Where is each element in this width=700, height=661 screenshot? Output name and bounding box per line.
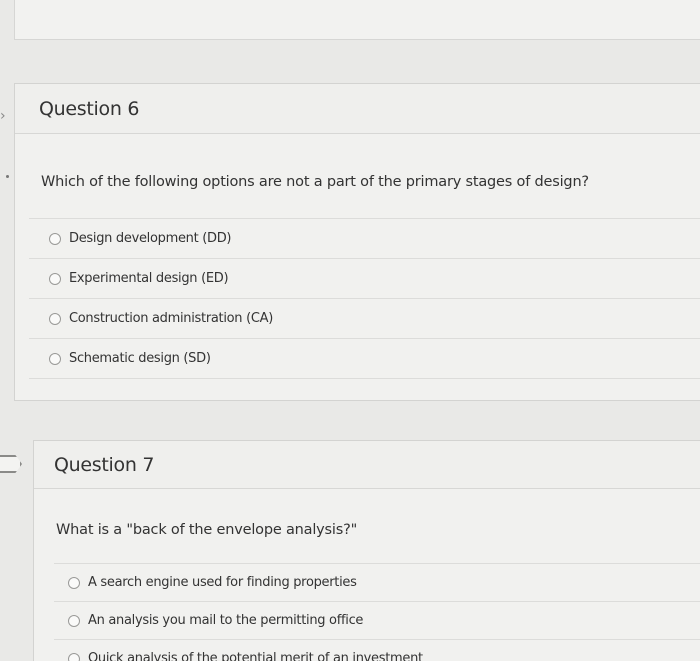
- question-card-7: Question 7 What is a "back of the envelo…: [33, 440, 700, 661]
- answer-label: Design development (DD): [69, 231, 232, 246]
- radio-button[interactable]: [68, 614, 80, 627]
- question-prompt: What is a "back of the envelope analysis…: [56, 522, 358, 538]
- answer-option[interactable]: A search engine used for finding propert…: [54, 564, 700, 602]
- radio-button[interactable]: [68, 576, 80, 589]
- question-prompt: Which of the following options are not a…: [41, 174, 589, 190]
- answer-label: Schematic design (SD): [69, 351, 211, 366]
- radio-button[interactable]: [49, 312, 61, 325]
- previous-question-card: [14, 0, 700, 40]
- answer-list: Design development (DD) Experimental des…: [29, 218, 700, 379]
- answer-option[interactable]: Experimental design (ED): [29, 259, 700, 299]
- answer-label: Quick analysis of the potential merit of…: [88, 651, 423, 661]
- question-header: Question 6: [15, 84, 700, 134]
- answer-option[interactable]: Schematic design (SD): [29, 339, 700, 379]
- answer-label: Construction administration (CA): [69, 311, 273, 326]
- question-title: Question 6: [39, 97, 140, 120]
- radio-button[interactable]: [49, 352, 61, 365]
- radio-button[interactable]: [68, 652, 80, 661]
- question-title: Question 7: [54, 453, 155, 476]
- chevron-right-icon[interactable]: ›: [0, 108, 6, 124]
- radio-button[interactable]: [49, 232, 61, 245]
- answer-option[interactable]: Quick analysis of the potential merit of…: [54, 640, 700, 661]
- answer-label: An analysis you mail to the permitting o…: [88, 613, 364, 628]
- answer-label: A search engine used for finding propert…: [88, 575, 357, 590]
- answer-list: A search engine used for finding propert…: [54, 563, 700, 661]
- answer-option[interactable]: Construction administration (CA): [29, 299, 700, 339]
- answer-option[interactable]: An analysis you mail to the permitting o…: [54, 602, 700, 640]
- question-card-6: Question 6 Which of the following option…: [14, 83, 700, 401]
- question-header: Question 7: [34, 441, 700, 489]
- radio-button[interactable]: [49, 272, 61, 285]
- answer-label: Experimental design (ED): [69, 271, 229, 286]
- margin-dot: [6, 175, 9, 178]
- flag-icon[interactable]: [0, 455, 22, 473]
- answer-option[interactable]: Design development (DD): [29, 219, 700, 259]
